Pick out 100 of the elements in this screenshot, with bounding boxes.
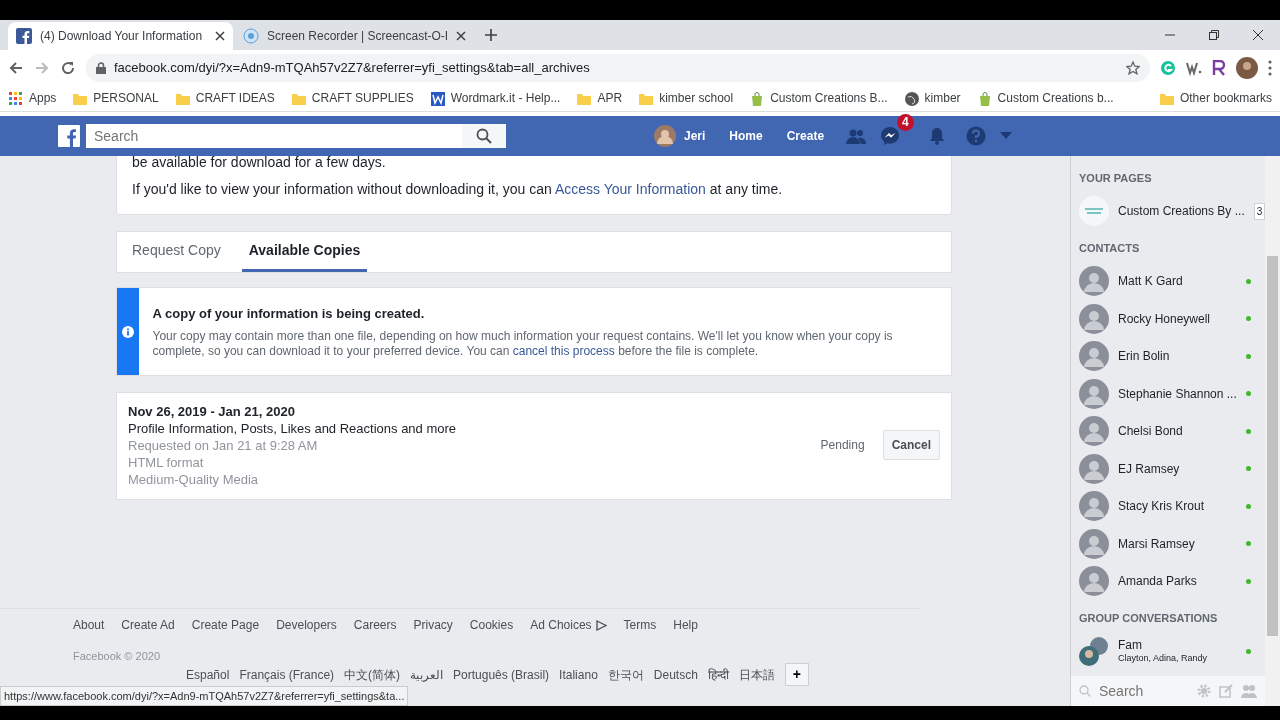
paragraph: Your copy may contain more than one file, depending on how much information your request contains. We'll let you know when your copy is complete, so you can download it to your preferred device. You can cancel this process before the file is complete. xyxy=(152,329,894,359)
contact-item[interactable]: Chelsi Bond xyxy=(1071,412,1265,450)
contact-item[interactable]: Erin Bolin xyxy=(1071,337,1265,375)
browser-tab[interactable]: Screen Recorder | Screencast-O-I xyxy=(235,22,475,50)
search-field[interactable]: Search xyxy=(1097,679,1187,703)
reload-icon[interactable] xyxy=(60,59,76,76)
nav-link[interactable]: Home xyxy=(729,127,763,145)
scrollbar-thumb[interactable] xyxy=(1267,256,1278,636)
contact-item[interactable]: Rocky Honeywell xyxy=(1071,300,1265,338)
contact-item[interactable]: Marsi Ramsey xyxy=(1071,525,1265,563)
search-button[interactable] xyxy=(462,124,506,148)
avatar-icon xyxy=(1079,341,1109,372)
archive-contents: Profile Information, Posts, Likes and Reactions and more xyxy=(128,419,458,437)
bookmark[interactable]: kimber school xyxy=(638,89,734,107)
status-text: Pending xyxy=(820,437,865,454)
group-members: Clayton, Adina, Randy xyxy=(1118,653,1209,665)
avatar-icon xyxy=(1079,566,1109,597)
language-link[interactable]: Português (Brasil) xyxy=(453,665,550,684)
facebook-logo-icon[interactable] xyxy=(58,125,80,147)
contact-item[interactable]: Amanda Parks xyxy=(1071,562,1265,600)
document-icon xyxy=(429,90,445,106)
extension-icon[interactable] xyxy=(1212,59,1226,76)
restore-icon[interactable] xyxy=(1209,30,1219,40)
star-icon[interactable] xyxy=(1126,60,1140,75)
language-link[interactable]: Español xyxy=(186,665,230,684)
bookmark[interactable]: CRAFT IDEAS xyxy=(174,89,275,107)
ad-choices-icon xyxy=(595,619,607,631)
notification-badge: 4 xyxy=(897,114,914,131)
footer-link[interactable]: Developers xyxy=(276,616,337,634)
cancel-button[interactable]: Cancel xyxy=(882,430,940,460)
contact-item[interactable]: Stephanie Shannon ... xyxy=(1071,375,1265,413)
bookmark-folder[interactable]: Other bookmarks xyxy=(1158,89,1272,107)
recorder-icon xyxy=(243,28,259,44)
avatar-icon xyxy=(654,125,676,147)
search-icon xyxy=(1079,685,1091,697)
language-link[interactable]: हिन्दी xyxy=(707,665,729,684)
language-link[interactable]: Français (France) xyxy=(239,665,335,684)
language-link[interactable]: Deutsch xyxy=(653,665,698,684)
language-link[interactable]: العربية xyxy=(410,665,444,684)
language-link[interactable]: Italiano xyxy=(559,665,598,684)
footer-link[interactable]: Careers xyxy=(353,616,397,634)
avatar-icon xyxy=(1079,453,1109,484)
bookmark[interactable]: Wordmark.it - Help... xyxy=(429,89,561,107)
bookmark[interactable]: PERSONAL xyxy=(72,89,159,107)
browser-tab[interactable]: (4) Download Your Information xyxy=(8,22,233,50)
more-languages-button[interactable]: + xyxy=(784,663,810,686)
menu-icon[interactable] xyxy=(1268,59,1272,76)
close-icon[interactable] xyxy=(1253,30,1263,40)
status-url: https://www.facebook.com/dyi/?x=Adn9-mTQAh57v2Z7&referrer=yfi_settings&ta... xyxy=(0,685,409,706)
apps-icon xyxy=(8,90,23,106)
avatar-icon xyxy=(1079,528,1109,559)
notice-title: A copy of your information is being created. xyxy=(152,306,426,321)
globe-icon xyxy=(903,90,919,106)
bookmark[interactable]: Custom Creations B... xyxy=(749,89,888,107)
footer-link[interactable]: Terms xyxy=(623,616,657,634)
info-icon xyxy=(121,325,134,338)
language-link[interactable]: 日本語 xyxy=(738,665,775,684)
link[interactable]: Access Your Information xyxy=(554,181,706,197)
profile-avatar-icon[interactable] xyxy=(1236,56,1258,79)
section-heading: YOUR PAGES xyxy=(1078,171,1153,186)
group-item[interactable]: Fam Clayton, Adina, Randy xyxy=(1071,632,1265,670)
contact-item[interactable]: Stacy Kris Krout xyxy=(1071,487,1265,525)
tab[interactable]: Available Copies xyxy=(241,232,368,272)
contact-item[interactable]: EJ Ramsey xyxy=(1071,450,1265,488)
avatar-icon xyxy=(1079,266,1109,297)
paragraph: be available for download for a few days. xyxy=(132,153,387,172)
avatar-icon xyxy=(1079,378,1109,409)
language-link[interactable]: 한국어 xyxy=(607,665,644,684)
contact-item[interactable]: Matt K Gard xyxy=(1071,262,1265,300)
archive-detail: Medium-Quality Media xyxy=(128,470,260,488)
new-tab-icon[interactable] xyxy=(484,28,499,42)
footer-link[interactable]: Cookies xyxy=(469,616,514,634)
page-item[interactable]: Custom Creations By ... 3 xyxy=(1071,192,1265,230)
language-link[interactable]: 中文(简体) xyxy=(344,665,401,684)
bookmark[interactable]: CRAFT SUPPLIES xyxy=(290,89,414,107)
profile-link[interactable]: Jeri xyxy=(654,125,706,147)
bookmark[interactable]: Apps xyxy=(8,89,57,107)
footer-link[interactable]: Create Page xyxy=(191,616,260,634)
address-bar[interactable]: facebook.com/dyi/?x=Adn9-mTQAh57v2Z7&referrer=yfi_settings&tab=all_archives xyxy=(86,53,1150,82)
avatar-icon xyxy=(1079,303,1109,334)
close-icon[interactable] xyxy=(456,31,467,41)
count-badge: 3 xyxy=(1253,202,1266,220)
tab[interactable]: Request Copy xyxy=(125,232,228,272)
link[interactable]: cancel this process xyxy=(512,344,615,358)
paragraph: If you'd like to view your information without downloading it, you can Access Your Information at any time. xyxy=(132,180,784,199)
footer-link[interactable]: Help xyxy=(673,616,698,634)
footer-link[interactable]: About xyxy=(73,616,105,634)
footer-link[interactable]: Privacy xyxy=(413,616,453,634)
bookmark[interactable]: Custom Creations b... xyxy=(976,89,1114,107)
footer-link[interactable]: Create Ad xyxy=(121,616,175,634)
archive-detail: Requested on Jan 21 at 9:28 AM xyxy=(128,436,319,454)
bookmark[interactable]: kimber xyxy=(903,89,961,107)
back-icon[interactable] xyxy=(8,59,24,76)
footer-link[interactable]: Ad Choices xyxy=(530,616,607,634)
close-icon[interactable] xyxy=(215,31,225,41)
search-bar[interactable]: Search xyxy=(1071,676,1265,706)
bookmark[interactable]: APR xyxy=(576,89,623,107)
nav-link[interactable]: Create xyxy=(786,127,825,145)
section-heading: CONTACTS xyxy=(1078,241,1141,256)
messenger-icon[interactable] xyxy=(880,126,901,146)
